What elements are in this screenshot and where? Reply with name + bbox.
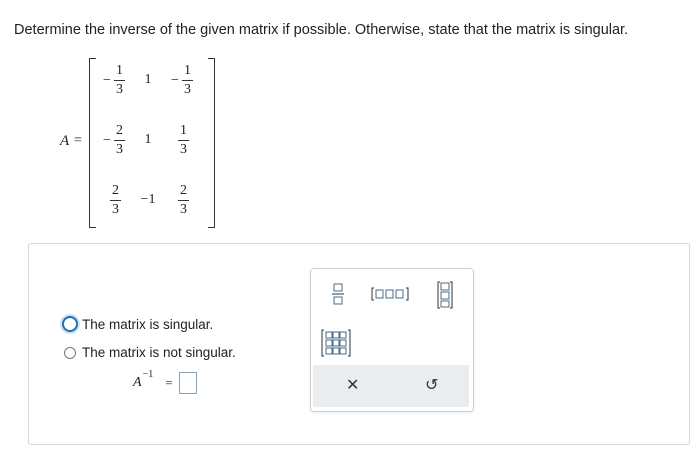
inverse-base: A (133, 375, 142, 390)
undo-icon[interactable]: ↺ (425, 375, 438, 395)
inverse-equals: = (165, 375, 173, 390)
option-not-singular-label: The matrix is not singular. (82, 345, 236, 360)
matrix-template-icon[interactable] (321, 329, 351, 362)
matrix-equals: = (74, 133, 82, 148)
close-icon[interactable]: ✕ (346, 375, 359, 395)
matrix-cell-2-2: 23 (178, 183, 189, 217)
question-prompt: Determine the inverse of the given matri… (14, 22, 629, 38)
option-singular[interactable]: The matrix is singular. (62, 316, 213, 332)
inverse-expression: A −1 = (133, 368, 197, 394)
fraction-template-icon[interactable] (331, 283, 345, 310)
option-not-singular[interactable]: The matrix is not singular. (64, 345, 236, 360)
palette-footer: ✕ ↺ (313, 365, 469, 407)
matrix-right-bracket (208, 58, 215, 228)
inverse-exponent: −1 (142, 368, 154, 380)
inverse-answer-input[interactable] (178, 372, 197, 394)
matrix-label: A (60, 133, 70, 149)
column-vector-template-icon[interactable] (437, 281, 453, 314)
radio-not-singular[interactable] (64, 346, 76, 359)
math-palette: ✕ ↺ (310, 268, 474, 412)
matrix-cell-0-2: −1 3 (171, 63, 193, 97)
matrix-cell-1-2: 13 (178, 123, 189, 157)
option-singular-label: The matrix is singular. (82, 316, 214, 332)
radio-singular[interactable] (62, 316, 78, 332)
row-vector-template-icon[interactable] (371, 287, 409, 306)
